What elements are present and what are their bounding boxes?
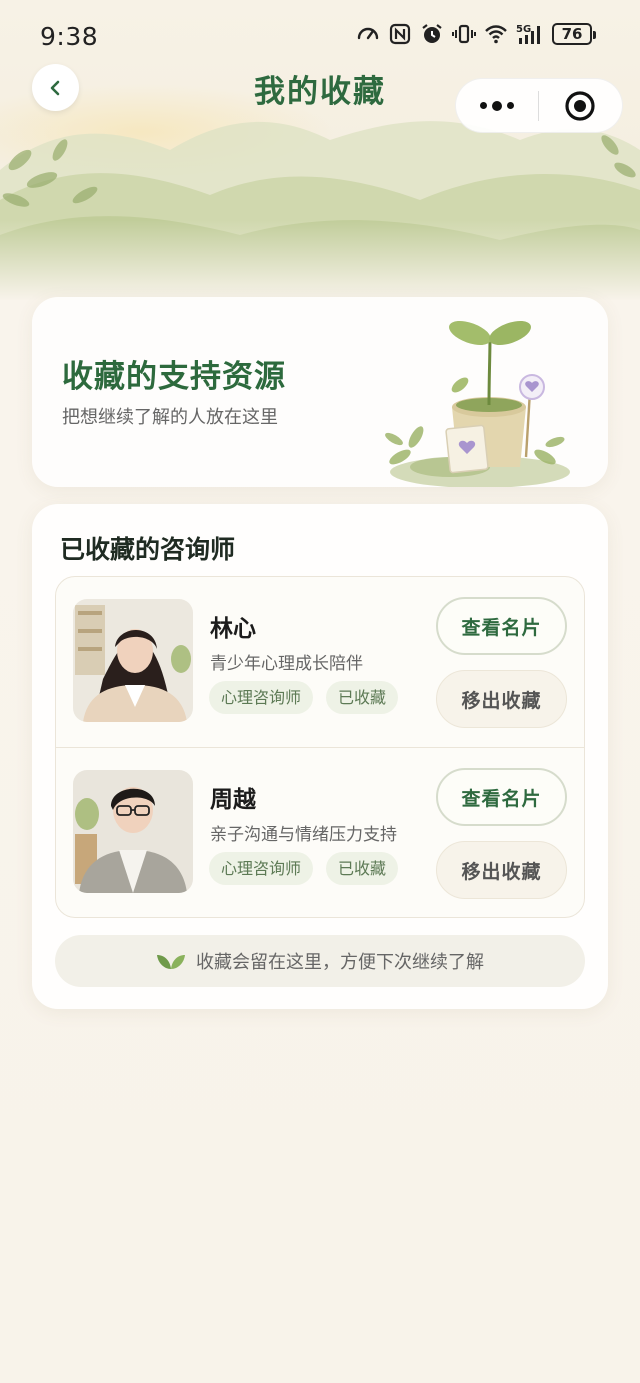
mini-program-capsule [455,78,623,133]
5g-signal-icon: 5G [516,24,540,44]
tag-role: 心理咨询师 [209,681,314,714]
counselor-name: 周越 [210,787,256,813]
avatar [73,599,193,722]
wifi-icon [485,25,507,44]
battery-icon: 76 [552,23,596,45]
section-title: 已收藏的咨询师 [60,535,236,564]
intro-card: 收藏的支持资源 把想继续了解的人放在这里 [32,297,608,487]
tag-favorited: 已收藏 [326,852,399,885]
sprout-pot-illustration [385,320,570,487]
status-time: 9:38 [40,22,99,51]
tag-favorited: 已收藏 [326,681,399,714]
counselor-photo [73,770,193,893]
hint-text: 收藏会留在这里，方便下次继续了解 [196,952,484,973]
view-card-button[interactable]: 查看名片 [436,768,567,826]
alarm-icon [422,24,442,43]
speedometer-icon [357,27,379,40]
nfc-icon [389,23,411,45]
counselor-row: 林心 青少年心理成长陪伴 心理咨询师 已收藏 查看名片 移出收藏 [56,577,584,747]
status-icons: 5G 76 [356,22,596,46]
tag-role: 心理咨询师 [209,852,314,885]
status-bar: 9:38 5G 76 [0,18,640,58]
counselor-list: 林心 青少年心理成长陪伴 心理咨询师 已收藏 查看名片 移出收藏 周越 亲子沟通… [55,576,585,918]
more-dot-center [491,100,502,111]
favorites-card: 已收藏的咨询师 林心 青少年心理成长陪伴 心理咨询师 已收藏 查看名片 移出收藏… [32,504,608,1009]
more-dots-icon [479,102,487,109]
counselor-photo [73,599,193,722]
intro-subtitle: 把想继续了解的人放在这里 [62,407,278,428]
counselor-description: 青少年心理成长陪伴 [210,654,363,674]
intro-title: 收藏的支持资源 [62,359,286,395]
more-dot-right [506,102,514,109]
remove-favorite-button[interactable]: 移出收藏 [436,841,567,899]
close-button[interactable] [539,78,623,133]
counselor-name: 林心 [210,616,256,642]
more-button[interactable] [456,78,538,133]
hint-bar: 收藏会留在这里，方便下次继续了解 [55,935,585,987]
view-card-button[interactable]: 查看名片 [436,597,567,655]
counselor-row: 周越 亲子沟通与情绪压力支持 心理咨询师 已收藏 查看名片 移出收藏 [56,748,584,917]
svg-text:5G: 5G [516,24,531,35]
vibrate-icon [452,24,476,44]
remove-favorite-button[interactable]: 移出收藏 [436,670,567,728]
counselor-description: 亲子沟通与情绪压力支持 [210,825,397,845]
avatar [73,770,193,893]
favorites-page: 9:38 5G 76 我的收藏 收藏的支持资源 把想继续了解的人放在这里 已收藏… [0,0,640,1383]
leaf-icon [157,955,185,969]
target-icon [565,90,595,121]
